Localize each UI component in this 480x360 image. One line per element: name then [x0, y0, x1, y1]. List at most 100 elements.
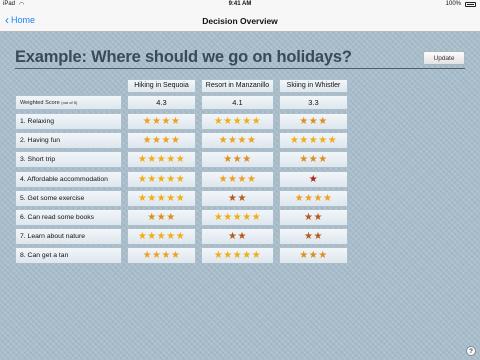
page-title: Example: Where should we go on holidays?: [15, 48, 352, 66]
rating-cell[interactable]: ★★★: [201, 151, 274, 168]
star-icon: ★: [142, 250, 153, 261]
star-icon: ★: [318, 154, 328, 165]
star-icon: ★: [156, 212, 167, 223]
rating-cell[interactable]: ★★★★★: [127, 228, 196, 245]
criterion-label[interactable]: 1. Relaxing: [15, 113, 122, 130]
star-icon: ★: [170, 135, 181, 146]
criterion-label[interactable]: 5. Get some exercise: [15, 190, 122, 207]
help-icon[interactable]: ?: [466, 346, 476, 356]
status-time: 9:41 AM: [228, 1, 252, 7]
rating-cell[interactable]: ★★★★★: [279, 132, 348, 149]
rating-cell[interactable]: ★★: [201, 190, 274, 207]
criterion-text: 3. Short trip: [20, 156, 56, 163]
weighted-score-value: 4.1: [201, 95, 274, 110]
star-icon: ★: [175, 231, 186, 242]
star-icon: ★: [242, 250, 252, 261]
rating-cell[interactable]: ★★★★★: [127, 190, 196, 207]
star-icon: ★: [156, 174, 167, 185]
criterion-text: 6. Can read some books: [20, 214, 95, 221]
star-icon: ★: [237, 174, 247, 185]
rating-cell[interactable]: ★★★★★: [127, 151, 196, 168]
star-icon: ★: [161, 250, 171, 261]
title-divider: [15, 68, 465, 69]
star-icon: ★: [142, 116, 153, 127]
criterion-label[interactable]: 3. Short trip: [15, 151, 122, 168]
update-button[interactable]: Update: [423, 51, 465, 65]
star-icon: ★: [137, 154, 148, 165]
criterion-label[interactable]: 2. Having fun: [15, 132, 122, 149]
star-icon: ★: [223, 116, 233, 127]
star-icon: ★: [251, 250, 262, 261]
rating-cell[interactable]: ★★★★★: [201, 209, 274, 226]
rating-cell[interactable]: ★★★★: [279, 190, 348, 207]
star-icon: ★: [237, 135, 247, 146]
star-icon: ★: [299, 154, 309, 165]
option-header[interactable]: Hiking in Sequoia: [127, 79, 196, 93]
star-icon: ★: [166, 231, 176, 242]
option-header[interactable]: Skiing in Whistler: [279, 79, 348, 93]
rating-cell[interactable]: ★★★: [279, 247, 348, 264]
status-bar: iPad ◠ 9:41 AM 100%: [0, 0, 480, 10]
star-icon: ★: [175, 174, 186, 185]
rating-cell[interactable]: ★★★★★: [201, 113, 274, 130]
criterion-text: 1. Relaxing: [20, 118, 55, 125]
rating-cell[interactable]: ★★★★: [201, 132, 274, 149]
star-icon: ★: [161, 135, 171, 146]
rating-cell[interactable]: ★★★: [279, 151, 348, 168]
star-icon: ★: [147, 193, 157, 204]
star-icon: ★: [147, 174, 157, 185]
rating-cell[interactable]: ★★★★★: [127, 171, 196, 188]
star-icon: ★: [242, 116, 252, 127]
star-icon: ★: [232, 212, 243, 223]
criterion-label[interactable]: 4. Affordable accommodation: [15, 171, 122, 188]
star-icon: ★: [166, 174, 176, 185]
star-icon: ★: [223, 154, 233, 165]
star-icon: ★: [322, 193, 333, 204]
star-icon: ★: [242, 154, 252, 165]
rating-cell[interactable]: ★★★★: [127, 113, 196, 130]
rating-cell[interactable]: ★★★★: [201, 171, 274, 188]
star-icon: ★: [232, 116, 243, 127]
star-icon: ★: [304, 193, 314, 204]
star-icon: ★: [299, 116, 309, 127]
star-icon: ★: [237, 193, 247, 204]
criterion-label[interactable]: 7. Learn about nature: [15, 228, 122, 245]
star-icon: ★: [304, 212, 314, 223]
weighted-score-value: 4.3: [127, 95, 196, 110]
rating-cell[interactable]: ★★★: [127, 209, 196, 226]
rating-cell[interactable]: ★★: [279, 209, 348, 226]
battery-percent: 100%: [445, 1, 461, 7]
rating-cell[interactable]: ★★★★: [127, 132, 196, 149]
criterion-text: 2. Having fun: [20, 137, 61, 144]
rating-cell[interactable]: ★★: [201, 228, 274, 245]
rating-cell[interactable]: ★★★★: [127, 247, 196, 264]
star-icon: ★: [218, 135, 229, 146]
star-icon: ★: [156, 231, 167, 242]
rating-cell[interactable]: ★★: [279, 228, 348, 245]
star-icon: ★: [170, 116, 181, 127]
score-scale-text: (out of 5): [61, 100, 78, 105]
star-icon: ★: [175, 154, 186, 165]
criterion-label[interactable]: 6. Can read some books: [15, 209, 122, 226]
star-icon: ★: [137, 174, 148, 185]
star-icon: ★: [170, 250, 181, 261]
rating-cell[interactable]: ★: [279, 171, 348, 188]
star-icon: ★: [237, 231, 247, 242]
criterion-text: 5. Get some exercise: [20, 195, 85, 202]
star-icon: ★: [308, 135, 319, 146]
star-icon: ★: [166, 212, 176, 223]
criterion-label[interactable]: 8. Can get a tan: [15, 247, 122, 264]
option-header[interactable]: Resort in Manzanillo: [201, 79, 274, 93]
star-icon: ★: [147, 154, 157, 165]
rating-cell[interactable]: ★★★★★: [201, 247, 274, 264]
star-icon: ★: [142, 135, 153, 146]
star-icon: ★: [213, 212, 224, 223]
star-icon: ★: [308, 174, 319, 185]
star-icon: ★: [246, 174, 257, 185]
score-value: 4.3: [156, 98, 167, 107]
star-icon: ★: [147, 231, 157, 242]
star-icon: ★: [228, 135, 238, 146]
star-icon: ★: [308, 154, 319, 165]
star-icon: ★: [318, 116, 328, 127]
rating-cell[interactable]: ★★★: [279, 113, 348, 130]
